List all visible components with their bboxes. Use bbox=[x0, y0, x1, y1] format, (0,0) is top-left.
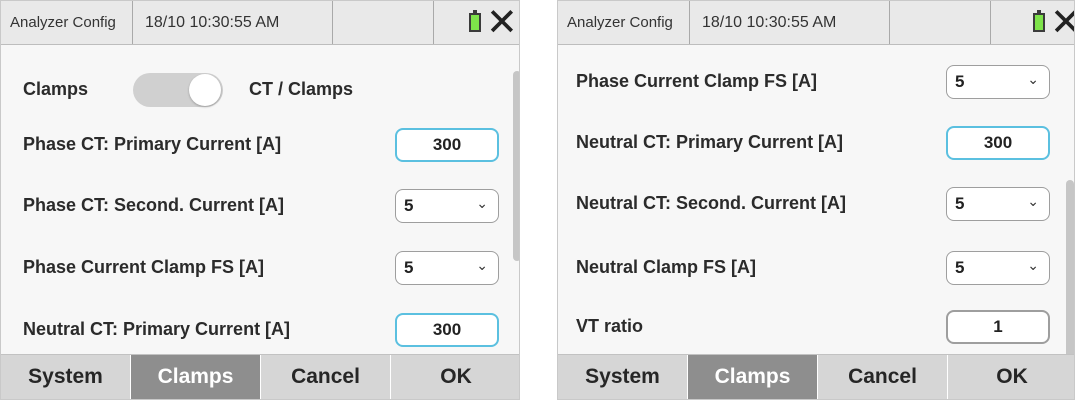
setting-row: Neutral CT: Second. Current [A] 5 ⌄ bbox=[558, 184, 1074, 224]
neutral-ct-secondary-select[interactable]: 5 ⌄ bbox=[946, 187, 1050, 221]
phase-clamp-fs-label: Phase Current Clamp FS [A] bbox=[23, 257, 265, 277]
ok-button[interactable]: OK bbox=[391, 355, 519, 399]
phase-clamp-fs-label: Phase Current Clamp FS [A] bbox=[576, 71, 818, 91]
clamps-label: Clamps bbox=[23, 79, 89, 99]
select-value: 5 bbox=[955, 72, 965, 91]
select-value: 5 bbox=[955, 258, 965, 277]
phase-ct-primary-input[interactable]: 300 bbox=[395, 128, 499, 162]
clamps-toggle-row: Clamps CT / Clamps bbox=[1, 70, 519, 110]
clamps-tab-button[interactable]: Clamps bbox=[131, 355, 261, 399]
scrollbar[interactable] bbox=[513, 71, 519, 261]
right-config-screen: Analyzer Config 18/10 10:30:55 AM ✕ Phas… bbox=[557, 0, 1075, 400]
phase-ct-secondary-select[interactable]: 5 ⌄ bbox=[395, 189, 499, 223]
setting-row: Phase Current Clamp FS [A] 5 ⌄ bbox=[1, 248, 519, 288]
chevron-down-icon: ⌄ bbox=[1027, 257, 1039, 273]
neutral-clamp-fs-select[interactable]: 5 ⌄ bbox=[946, 251, 1050, 285]
vt-ratio-label: VT ratio bbox=[576, 316, 644, 336]
app-title: Analyzer Config bbox=[558, 1, 690, 44]
neutral-ct-primary-label: Neutral CT: Primary Current [A] bbox=[576, 132, 844, 152]
setting-row: Phase CT: Second. Current [A] 5 ⌄ bbox=[1, 186, 519, 226]
chevron-down-icon: ⌄ bbox=[476, 257, 488, 273]
battery-icon bbox=[469, 10, 481, 32]
neutral-ct-primary-input[interactable]: 300 bbox=[946, 126, 1050, 160]
vt-ratio-input[interactable]: 1 bbox=[946, 310, 1050, 344]
close-icon[interactable]: ✕ bbox=[486, 3, 518, 41]
close-icon[interactable]: ✕ bbox=[1050, 3, 1074, 41]
toggle-knob bbox=[189, 74, 221, 106]
scrollbar[interactable] bbox=[1066, 180, 1074, 365]
title-bar: Analyzer Config 18/10 10:30:55 AM ✕ bbox=[1, 1, 519, 45]
system-button[interactable]: System bbox=[1, 355, 131, 399]
bottom-toolbar: System Clamps Cancel OK bbox=[558, 354, 1074, 399]
setting-row: Neutral CT: Primary Current [A] 300 bbox=[1, 310, 519, 350]
phase-clamp-fs-select[interactable]: 5 ⌄ bbox=[395, 251, 499, 285]
system-button[interactable]: System bbox=[558, 355, 688, 399]
app-title: Analyzer Config bbox=[1, 1, 133, 44]
ct-clamps-label: CT / Clamps bbox=[249, 79, 354, 99]
title-bar: Analyzer Config 18/10 10:30:55 AM ✕ bbox=[558, 1, 1074, 45]
ok-button[interactable]: OK bbox=[948, 355, 1074, 399]
setting-row: VT ratio 1 bbox=[558, 307, 1074, 347]
neutral-ct-primary-label: Neutral CT: Primary Current [A] bbox=[23, 319, 291, 339]
datetime: 18/10 10:30:55 AM bbox=[133, 1, 333, 44]
titlebar-spacer bbox=[890, 1, 991, 44]
settings-list: Phase Current Clamp FS [A] 5 ⌄ Neutral C… bbox=[558, 45, 1074, 365]
setting-row: Phase CT: Primary Current [A] 300 bbox=[1, 125, 519, 165]
chevron-down-icon: ⌄ bbox=[1027, 71, 1039, 87]
select-value: 5 bbox=[955, 194, 965, 213]
setting-row: Neutral CT: Primary Current [A] 300 bbox=[558, 123, 1074, 163]
phase-clamp-fs-select[interactable]: 5 ⌄ bbox=[946, 65, 1050, 99]
setting-row: Phase Current Clamp FS [A] 5 ⌄ bbox=[558, 62, 1074, 102]
phase-ct-secondary-label: Phase CT: Second. Current [A] bbox=[23, 195, 285, 215]
select-value: 5 bbox=[404, 258, 414, 277]
neutral-ct-secondary-label: Neutral CT: Second. Current [A] bbox=[576, 193, 847, 213]
select-value: 5 bbox=[404, 196, 414, 215]
ct-clamps-toggle[interactable] bbox=[133, 73, 223, 107]
settings-list: Clamps CT / Clamps Phase CT: Primary Cur… bbox=[1, 45, 519, 357]
cancel-button[interactable]: Cancel bbox=[818, 355, 948, 399]
setting-row: Neutral Clamp FS [A] 5 ⌄ bbox=[558, 248, 1074, 288]
datetime: 18/10 10:30:55 AM bbox=[690, 1, 890, 44]
left-config-screen: Analyzer Config 18/10 10:30:55 AM ✕ Clam… bbox=[0, 0, 520, 400]
phase-ct-primary-label: Phase CT: Primary Current [A] bbox=[23, 134, 282, 154]
chevron-down-icon: ⌄ bbox=[1027, 193, 1039, 209]
neutral-clamp-fs-label: Neutral Clamp FS [A] bbox=[576, 257, 757, 277]
cancel-button[interactable]: Cancel bbox=[261, 355, 391, 399]
battery-icon bbox=[1033, 10, 1045, 32]
titlebar-spacer bbox=[333, 1, 434, 44]
clamps-tab-button[interactable]: Clamps bbox=[688, 355, 818, 399]
neutral-ct-primary-input[interactable]: 300 bbox=[395, 313, 499, 347]
bottom-toolbar: System Clamps Cancel OK bbox=[1, 354, 519, 399]
chevron-down-icon: ⌄ bbox=[476, 195, 488, 211]
